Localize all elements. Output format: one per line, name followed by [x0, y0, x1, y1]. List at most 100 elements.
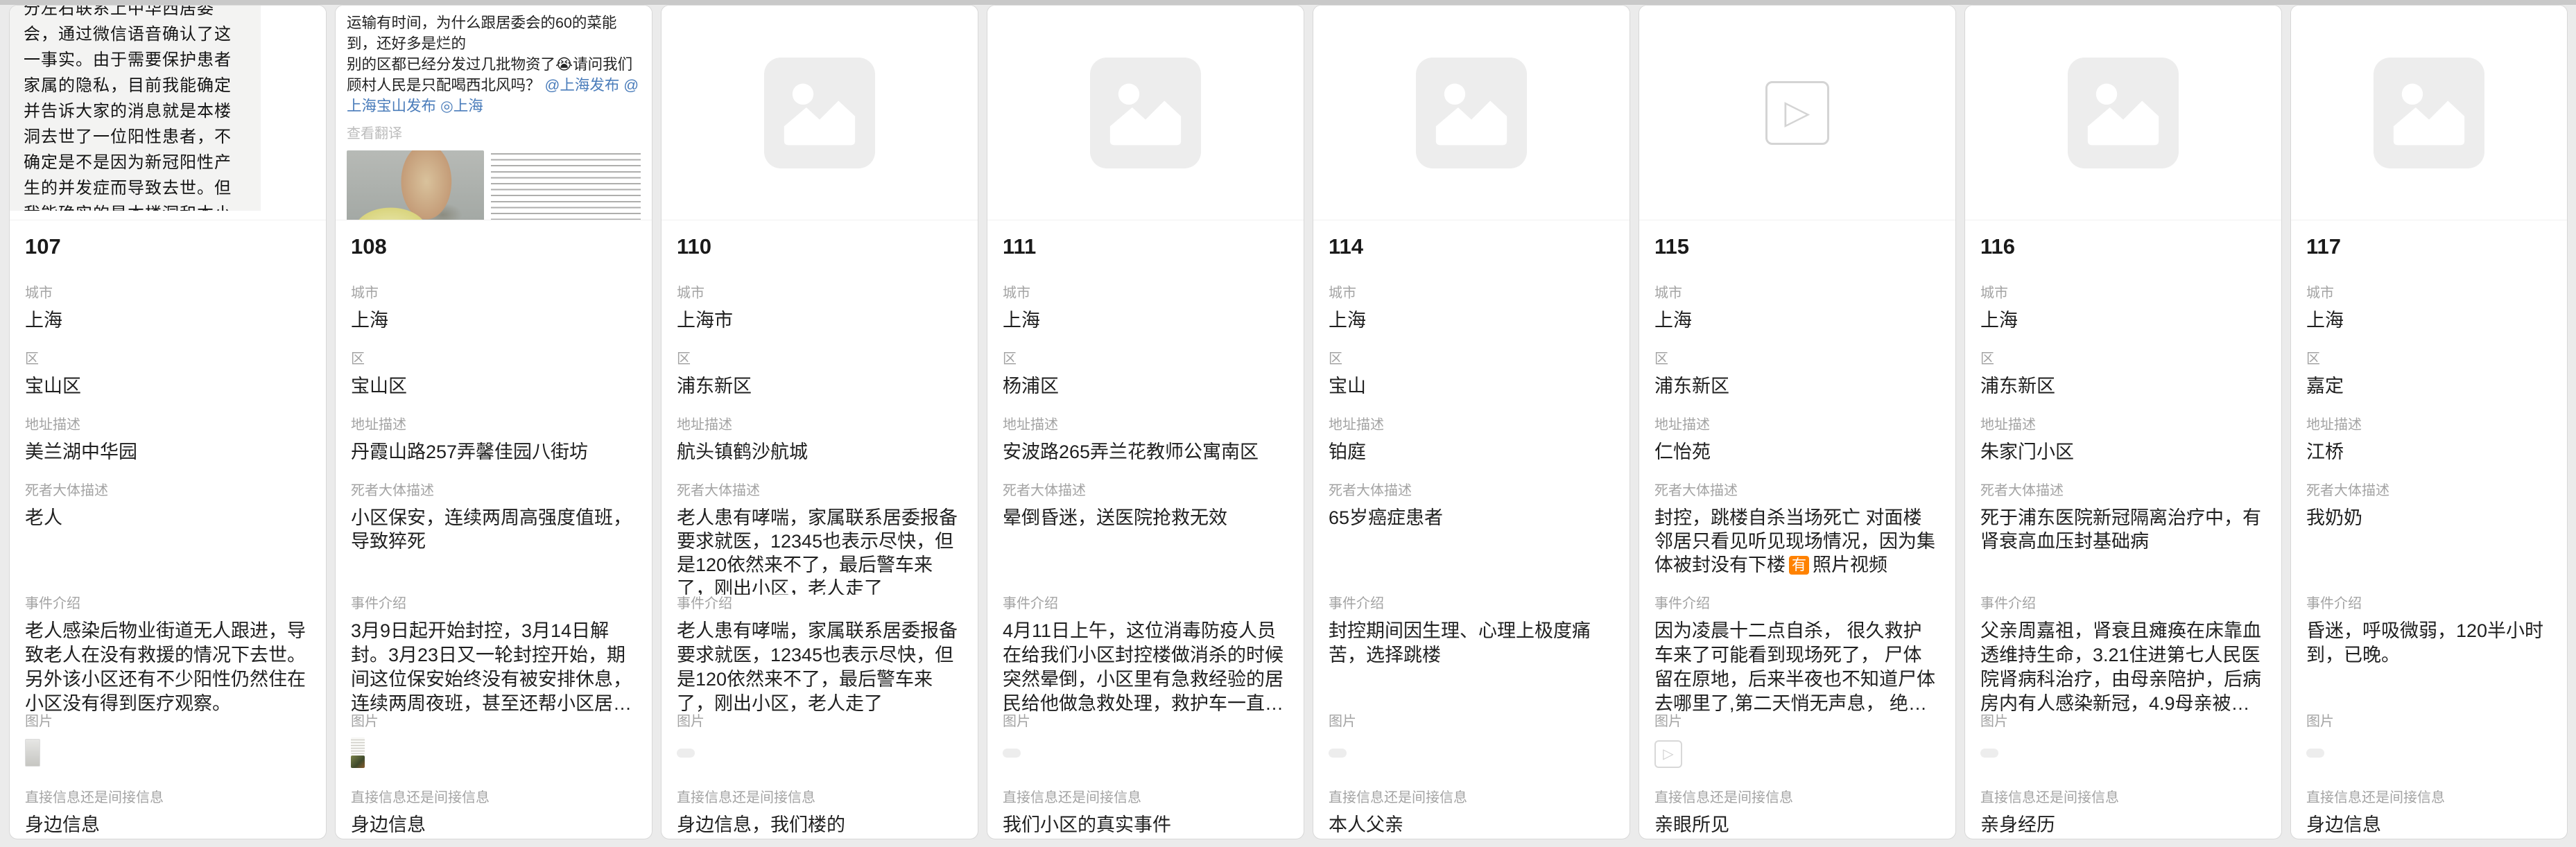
field-value-district: 浦东新区	[677, 374, 962, 398]
attachment-thumbnails[interactable]	[351, 737, 637, 768]
field-label-address: 地址描述	[1980, 416, 2266, 434]
card-body: 108 城市上海 区宝山区 地址描述丹霞山路257弄馨佳园八街坊 死者大体描述小…	[336, 234, 652, 837]
attachment-thumbnail[interactable]	[2306, 749, 2324, 758]
gallery-card-row: 分左右联系上中华西居委会，通过微信语音确认了这一事实。由于需要保护患者家属的隐私…	[0, 5, 2576, 839]
card-body: 117 城市上海 区嘉定 地址描述江桥 死者大体描述我奶奶 事件介绍昏迷，呼吸微…	[2291, 234, 2567, 837]
field-label-city: 城市	[1003, 284, 1288, 302]
play-icon: ▷	[1663, 747, 1673, 761]
field-value-address: 铂庭	[1329, 440, 1614, 464]
field-label-victim: 死者大体描述	[2306, 482, 2552, 500]
field-label-event: 事件介绍	[1329, 595, 1614, 613]
card-cover[interactable]	[1965, 6, 2281, 220]
image-placeholder-icon	[2374, 58, 2484, 168]
field-label-event: 事件介绍	[1980, 595, 2266, 613]
field-value-event: 封控期间因生理、心理上极度痛苦，选择跳楼	[1329, 619, 1614, 667]
field-value-direct: 本人父亲	[1329, 813, 1614, 837]
cabbage-photo	[347, 150, 484, 220]
field-label-district: 区	[351, 350, 637, 368]
field-label-district: 区	[677, 350, 962, 368]
field-value-event: 老人患有哮喘，家属联系居委报备要求就医，12345也表示尽快，但是120依然来不…	[677, 619, 962, 713]
field-label-event: 事件介绍	[2306, 595, 2552, 613]
field-label-event: 事件介绍	[1654, 595, 1940, 613]
field-value-victim: 死于浦东医院新冠隔离治疗中，有肾衰高血压封基础病	[1980, 506, 2266, 553]
field-value-address: 丹霞山路257弄馨佳园八街坊	[351, 440, 637, 464]
field-label-district: 区	[1003, 350, 1288, 368]
field-value-direct: 亲身经历	[1980, 813, 2266, 837]
field-label-address: 地址描述	[351, 416, 637, 434]
attachment-thumbnail[interactable]	[351, 737, 365, 754]
field-value-address: 江桥	[2306, 440, 2552, 464]
video-attachment-thumbnail[interactable]: ▷	[1654, 740, 1682, 768]
attachment-thumbnail[interactable]	[1980, 749, 1998, 758]
attachment-thumbnail[interactable]	[1329, 749, 1347, 758]
field-value-event: 昏迷，呼吸微弱，120半小时到，已晚。	[2306, 619, 2552, 667]
field-label-district: 区	[2306, 350, 2552, 368]
record-card-117[interactable]: 117 城市上海 区嘉定 地址描述江桥 死者大体描述我奶奶 事件介绍昏迷，呼吸微…	[2290, 5, 2568, 839]
field-value-direct: 身边信息，我们楼的	[677, 813, 962, 837]
card-cover[interactable]: 运输有时间，为什么跟居委会的60的菜能到，还好多是烂的 别的区都已经分发过几批物…	[336, 6, 652, 220]
record-card-116[interactable]: 116 城市上海 区浦东新区 地址描述朱家门小区 死者大体描述死于浦东医院新冠隔…	[1964, 5, 2282, 839]
field-label-photo: 图片	[1329, 713, 1614, 731]
image-placeholder-icon	[764, 58, 875, 168]
field-value-district: 浦东新区	[1654, 374, 1940, 398]
field-value-city: 上海	[25, 308, 311, 332]
card-cover[interactable]	[2291, 6, 2567, 220]
field-label-city: 城市	[1654, 284, 1940, 302]
attachment-thumbnail[interactable]	[351, 756, 365, 768]
record-card-115[interactable]: ▷ 115 城市上海 区浦东新区 地址描述仁怡苑 死者大体描述 封控，跳楼自杀当…	[1639, 5, 1956, 839]
record-number: 115	[1654, 234, 1940, 266]
card-cover[interactable]	[987, 6, 1304, 220]
record-card-114[interactable]: 114 城市上海 区宝山 地址描述铂庭 死者大体描述65岁癌症患者 事件介绍封控…	[1313, 5, 1630, 839]
attachment-thumbnail[interactable]	[25, 739, 40, 767]
card-cover[interactable]	[1313, 6, 1630, 220]
field-label-victim: 死者大体描述	[1003, 482, 1288, 500]
field-label-victim: 死者大体描述	[1980, 482, 2266, 500]
record-number: 111	[1003, 234, 1288, 266]
record-number: 117	[2306, 234, 2552, 266]
record-card-107[interactable]: 分左右联系上中华西居委会，通过微信语音确认了这一事实。由于需要保护患者家属的隐私…	[9, 5, 327, 839]
field-value-victim: 封控，跳楼自杀当场死亡 对面楼邻居只看见听见现场情况，因为集体被封没有下楼有照片…	[1654, 506, 1940, 577]
image-placeholder-icon	[2068, 58, 2179, 168]
field-label-address: 地址描述	[25, 416, 311, 434]
field-label-direct: 直接信息还是间接信息	[351, 789, 637, 807]
field-label-address: 地址描述	[1654, 416, 1940, 434]
card-cover[interactable]: 分左右联系上中华西居委会，通过微信语音确认了这一事实。由于需要保护患者家属的隐私…	[10, 6, 326, 220]
record-card-111[interactable]: 111 城市上海 区杨浦区 地址描述安波路265弄兰花教师公寓南区 死者大体描述…	[987, 5, 1304, 839]
attachment-thumbnail[interactable]	[1003, 749, 1021, 758]
field-value-district: 宝山区	[25, 374, 311, 398]
record-card-110[interactable]: 110 城市上海市 区浦东新区 地址描述航头镇鹤沙航城 死者大体描述老人患有哮喘…	[661, 5, 978, 839]
record-card-108[interactable]: 运输有时间，为什么跟居委会的60的菜能到，还好多是烂的 别的区都已经分发过几批物…	[335, 5, 652, 839]
field-value-district: 浦东新区	[1980, 374, 2266, 398]
post-media-row	[347, 150, 641, 220]
field-value-city: 上海	[1980, 308, 2266, 332]
field-label-city: 城市	[1980, 284, 2266, 302]
field-label-direct: 直接信息还是间接信息	[25, 789, 311, 807]
see-translation-link[interactable]: 查看翻译	[347, 122, 641, 142]
field-label-photo: 图片	[351, 713, 637, 731]
record-number: 114	[1329, 234, 1614, 266]
field-value-direct: 亲眼所见	[1654, 813, 1940, 837]
card-cover[interactable]: ▷	[1639, 6, 1955, 220]
card-cover[interactable]	[662, 6, 978, 220]
field-value-victim: 老人患有哮喘，家属联系居委报备要求就医，12345也表示尽快，但是120依然来不…	[677, 506, 962, 595]
field-label-event: 事件介绍	[677, 595, 962, 613]
attachment-thumbnail[interactable]	[677, 749, 695, 758]
field-label-address: 地址描述	[1329, 416, 1614, 434]
has-media-badge: 有	[1789, 556, 1809, 575]
field-value-city: 上海	[2306, 308, 2552, 332]
field-label-city: 城市	[351, 284, 637, 302]
field-label-district: 区	[1329, 350, 1614, 368]
field-label-district: 区	[25, 350, 311, 368]
field-value-direct: 身边信息	[25, 813, 311, 837]
image-placeholder-icon	[1090, 58, 1201, 168]
field-value-address: 仁怡苑	[1654, 440, 1940, 464]
cover-text-screenshot: 分左右联系上中华西居委会，通过微信语音确认了这一事实。由于需要保护患者家属的隐私…	[10, 6, 261, 211]
field-label-victim: 死者大体描述	[25, 482, 311, 500]
dense-text-image	[491, 153, 641, 220]
video-placeholder-icon: ▷	[1765, 81, 1829, 145]
record-number: 116	[1980, 234, 2266, 266]
field-value-address: 航头镇鹤沙航城	[677, 440, 962, 464]
field-label-address: 地址描述	[2306, 416, 2552, 434]
field-value-event: 4月11日上午，这位消毒防疫人员在给我们小区封控楼做消杀的时候突然晕倒，小区里有…	[1003, 619, 1288, 713]
field-value-event: 老人感染后物业街道无人跟进，导致老人在没有救援的情况下去世。另外该小区还有不少阳…	[25, 619, 311, 713]
